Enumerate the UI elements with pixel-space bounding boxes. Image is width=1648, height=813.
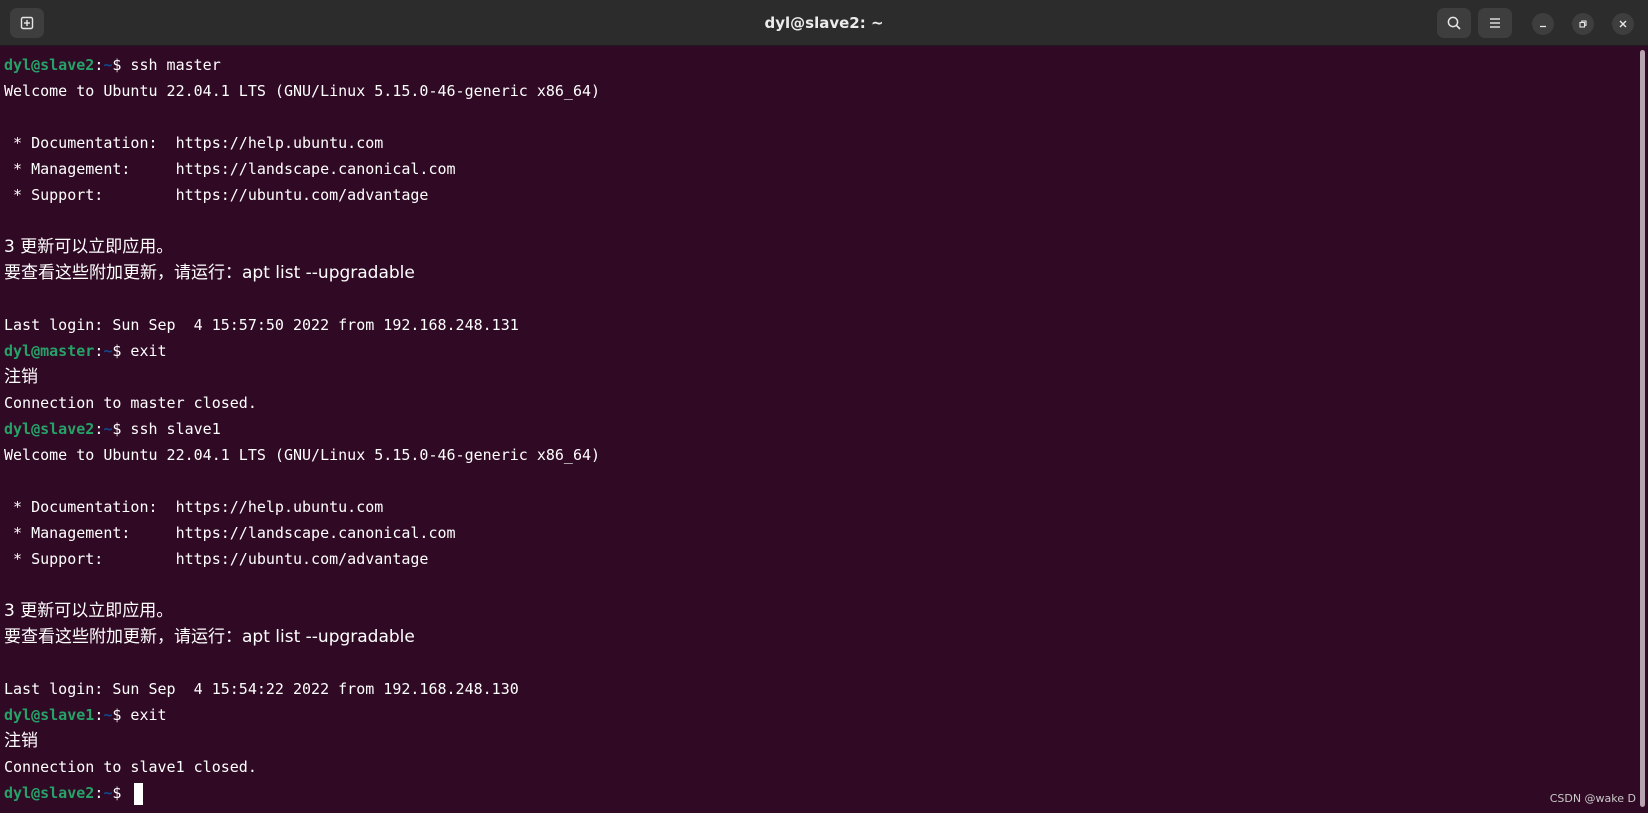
output-text: 3 更新可以立即应用。 <box>4 237 174 257</box>
scrollbar-thumb[interactable] <box>1640 50 1645 807</box>
output-line: 要查看这些附加更新，请运行：apt list --upgradable <box>4 260 1638 286</box>
menu-button[interactable] <box>1478 8 1512 38</box>
output-line: Welcome to Ubuntu 22.04.1 LTS (GNU/Linux… <box>4 78 1638 104</box>
output-text: * Documentation: https://help.ubuntu.com <box>4 134 384 152</box>
close-icon <box>1619 20 1627 28</box>
prompt-line: dyl@master:~$ exit <box>4 338 1638 364</box>
hamburger-menu-icon <box>1490 18 1500 28</box>
output-line: 注销 <box>4 364 1638 390</box>
output-text: Connection to master closed. <box>4 394 257 412</box>
maximize-button[interactable] <box>1572 13 1594 35</box>
output-text: Connection to slave1 closed. <box>4 758 257 776</box>
output-line: Connection to master closed. <box>4 390 1638 416</box>
output-text: 注销 <box>4 367 38 387</box>
output-line: Last login: Sun Sep 4 15:57:50 2022 from… <box>4 312 1638 338</box>
output-text: Welcome to Ubuntu 22.04.1 LTS (GNU/Linux… <box>4 82 601 100</box>
output-line: * Management: https://landscape.canonica… <box>4 156 1638 182</box>
command-text: $ <box>112 784 131 802</box>
output-line: * Support: https://ubuntu.com/advantage <box>4 546 1638 572</box>
output-text: Last login: Sun Sep 4 15:54:22 2022 from… <box>4 680 519 698</box>
command-text: $ exit <box>112 706 167 724</box>
output-text: * Documentation: https://help.ubuntu.com <box>4 498 384 516</box>
prompt-line: dyl@slave2:~$ ssh master <box>4 52 1638 78</box>
output-line: Welcome to Ubuntu 22.04.1 LTS (GNU/Linux… <box>4 442 1638 468</box>
output-line: 3 更新可以立即应用。 <box>4 598 1638 624</box>
output-text: Welcome to Ubuntu 22.04.1 LTS (GNU/Linux… <box>4 446 601 464</box>
prompt-user-host: dyl@slave2 <box>4 56 95 74</box>
prompt-user-host: dyl@slave2 <box>4 420 95 438</box>
terminal-window: dyl@slave2: ~ dyl@slave2:~$ ssh master W… <box>0 0 1648 813</box>
prompt-separator: : <box>94 784 104 802</box>
prompt-user-host: dyl@slave1 <box>4 706 95 724</box>
search-button[interactable] <box>1437 8 1471 38</box>
output-line: Connection to slave1 closed. <box>4 754 1638 780</box>
prompt-separator: : <box>94 56 104 74</box>
output-text: 3 更新可以立即应用。 <box>4 601 174 621</box>
minimize-button[interactable] <box>1532 13 1554 35</box>
window-title: dyl@slave2: ~ <box>764 14 884 32</box>
output-text: 注销 <box>4 731 38 751</box>
command-text: $ ssh slave1 <box>112 420 221 438</box>
output-line: * Management: https://landscape.canonica… <box>4 520 1638 546</box>
maximize-icon <box>1579 20 1587 28</box>
terminal-output[interactable]: dyl@slave2:~$ ssh master Welcome to Ubunt… <box>0 46 1638 813</box>
watermark: CSDN @wake D <box>1549 792 1636 805</box>
prompt-line: dyl@slave1:~$ exit <box>4 702 1638 728</box>
output-text: 要查看这些附加更新，请运行：apt list --upgradable <box>4 627 415 647</box>
minimize-icon <box>1540 25 1546 28</box>
output-text: * Support: https://ubuntu.com/advantage <box>4 186 429 204</box>
prompt-separator: : <box>94 706 104 724</box>
output-line: * Documentation: https://help.ubuntu.com <box>4 494 1638 520</box>
prompt-user-host: dyl@master <box>4 342 95 360</box>
title-bar[interactable]: dyl@slave2: ~ <box>0 0 1648 46</box>
close-button[interactable] <box>1612 13 1634 35</box>
output-line: 要查看这些附加更新，请运行：apt list --upgradable <box>4 624 1638 650</box>
output-text: 要查看这些附加更新，请运行：apt list --upgradable <box>4 263 415 283</box>
output-text: * Management: https://landscape.canonica… <box>4 160 456 178</box>
prompt-line: dyl@slave2:~$ ssh slave1 <box>4 416 1638 442</box>
output-line: 3 更新可以立即应用。 <box>4 234 1638 260</box>
output-text: * Management: https://landscape.canonica… <box>4 524 456 542</box>
command-text: $ exit <box>112 342 167 360</box>
vertical-scrollbar[interactable] <box>1638 46 1648 813</box>
text-cursor <box>134 782 144 805</box>
output-text: * Support: https://ubuntu.com/advantage <box>4 550 429 568</box>
output-text: Last login: Sun Sep 4 15:57:50 2022 from… <box>4 316 519 334</box>
prompt-separator: : <box>94 342 104 360</box>
output-line: * Support: https://ubuntu.com/advantage <box>4 182 1638 208</box>
prompt-separator: : <box>94 420 104 438</box>
output-line: 注销 <box>4 728 1638 754</box>
prompt-user-host: dyl@slave2 <box>4 784 95 802</box>
command-text: $ ssh master <box>112 56 221 74</box>
prompt-line: dyl@slave2:~$ <box>4 780 1638 806</box>
search-icon <box>1447 16 1461 30</box>
output-line: Last login: Sun Sep 4 15:54:22 2022 from… <box>4 676 1638 702</box>
output-line: * Documentation: https://help.ubuntu.com <box>4 130 1638 156</box>
